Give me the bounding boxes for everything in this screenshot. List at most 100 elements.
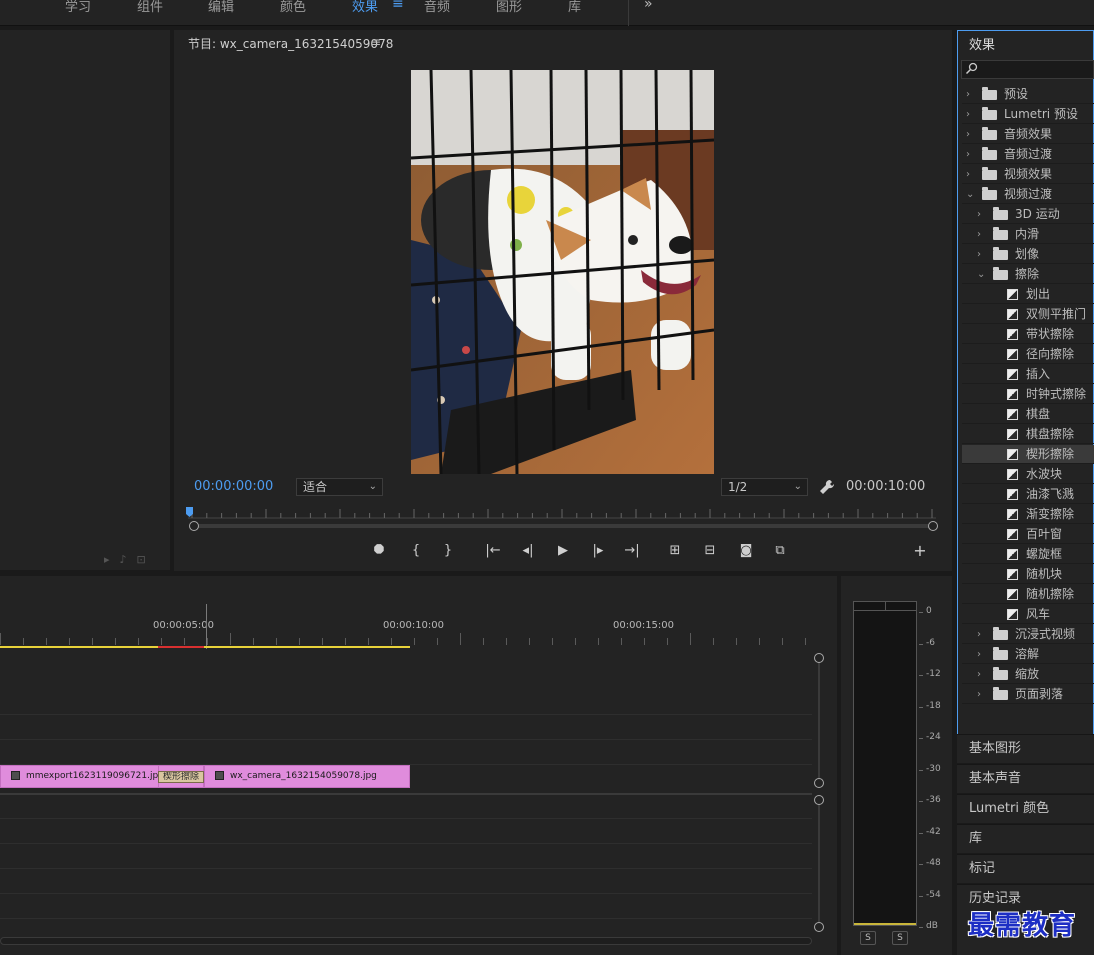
camera-icon[interactable]: ◙ <box>736 541 756 561</box>
effect-item[interactable]: 带状擦除 <box>962 325 1094 344</box>
effects-panel-title[interactable]: 效果 <box>969 34 995 53</box>
effect-item[interactable]: 螺旋框 <box>962 545 1094 564</box>
effect-item[interactable]: 楔形擦除 <box>962 445 1094 464</box>
chevron-right-icon[interactable]: › <box>977 205 981 224</box>
work-area-bar[interactable] <box>0 646 410 648</box>
chevron-right-icon[interactable]: › <box>966 165 970 184</box>
effect-item[interactable]: 水波块 <box>962 465 1094 484</box>
effect-folder[interactable]: › 内滑 <box>962 225 1094 244</box>
workspace-tab-learn[interactable]: 学习 <box>65 0 91 15</box>
effect-folder[interactable]: › 3D 运动 <box>962 205 1094 224</box>
panel-tab-libraries[interactable]: 库 <box>957 824 1094 853</box>
playhead-timecode[interactable]: 00:00:00:00 <box>194 479 273 494</box>
audio-scroll-track[interactable] <box>818 804 820 922</box>
timeline-playhead[interactable] <box>206 604 207 649</box>
add-button-icon[interactable]: + <box>910 541 930 561</box>
timeline-horizontal-scrollbar[interactable] <box>0 937 812 945</box>
workspace-tab-assembly[interactable]: 组件 <box>137 0 163 15</box>
effect-item[interactable]: 棋盘擦除 <box>962 425 1094 444</box>
effect-folder[interactable]: › 音频过渡 <box>962 145 1094 164</box>
solo-left-button[interactable]: S <box>860 931 876 945</box>
video-scroll-handle-top[interactable] <box>814 653 824 663</box>
monitor-scrub-bar[interactable] <box>194 524 932 528</box>
effects-search-input[interactable] <box>961 60 1094 79</box>
video-scroll-track[interactable] <box>818 662 820 778</box>
timeline-clip[interactable]: wx_camera_1632154059078.jpg <box>204 765 410 788</box>
panel-tab-markers[interactable]: 标记 <box>957 854 1094 883</box>
extract-icon[interactable]: ⊟ <box>700 541 720 561</box>
comparison-view-icon[interactable]: ⧉ <box>770 541 790 561</box>
timeline-clip[interactable]: mmexport1623119096721.jpg <box>0 765 160 788</box>
chevron-right-icon[interactable]: › <box>977 245 981 264</box>
effect-item[interactable]: 随机块 <box>962 565 1094 584</box>
double-chevron-right-icon[interactable]: » <box>644 0 653 12</box>
effect-item[interactable]: 油漆飞溅 <box>962 485 1094 504</box>
effect-folder[interactable]: › Lumetri 预设 <box>962 105 1094 124</box>
wrench-icon[interactable] <box>818 478 836 496</box>
effect-item[interactable]: 插入 <box>962 365 1094 384</box>
video-scroll-handle-bottom[interactable] <box>814 778 824 788</box>
chevron-right-icon[interactable]: › <box>966 125 970 144</box>
chevron-down-icon[interactable]: ⌄ <box>966 185 974 204</box>
workspace-tab-graphics[interactable]: 图形 <box>496 0 522 15</box>
go-to-in-icon[interactable]: |← <box>483 541 503 561</box>
chevron-right-icon[interactable]: › <box>977 645 981 664</box>
effect-folder[interactable]: › 划像 <box>962 245 1094 264</box>
playback-resolution-dropdown[interactable]: 1/2 ⌄ <box>721 478 808 496</box>
workspace-tab-editing[interactable]: 编辑 <box>208 0 234 15</box>
effect-item[interactable]: 棋盘 <box>962 405 1094 424</box>
workspace-menu-icon[interactable]: ≡ <box>392 0 404 12</box>
chevron-right-icon[interactable]: › <box>977 685 981 704</box>
scrub-in-handle[interactable] <box>189 521 199 531</box>
chevron-right-icon[interactable]: › <box>966 105 970 124</box>
workspace-tab-effects[interactable]: 效果 <box>352 0 378 15</box>
step-back-icon[interactable]: ◂| <box>518 541 538 561</box>
audio-icon[interactable]: ▸♪ <box>104 553 137 566</box>
transition-clip[interactable]: 楔形擦除 <box>158 771 204 783</box>
effect-item[interactable]: 风车 <box>962 605 1094 624</box>
workspace-tab-audio[interactable]: 音频 <box>424 0 450 15</box>
effect-item[interactable]: 时钟式擦除 <box>962 385 1094 404</box>
go-to-out-icon[interactable]: →| <box>622 541 642 561</box>
zoom-fit-dropdown[interactable]: 适合 ⌄ <box>296 478 383 496</box>
effect-folder[interactable]: › 视频效果 <box>962 165 1094 184</box>
timeline-ruler[interactable] <box>0 633 812 645</box>
effect-folder[interactable]: ⌄ 擦除 <box>962 265 1094 284</box>
effect-folder[interactable]: ⌄ 视频过渡 <box>962 185 1094 204</box>
add-marker-icon[interactable]: ⯃ <box>369 541 389 561</box>
panel-tab-essential-sound[interactable]: 基本声音 <box>957 764 1094 793</box>
mark-out-icon[interactable]: } <box>438 541 458 561</box>
effect-item[interactable]: 百叶窗 <box>962 525 1094 544</box>
effect-item[interactable]: 渐变擦除 <box>962 505 1094 524</box>
workspace-tab-libraries[interactable]: 库 <box>568 0 581 15</box>
effect-folder[interactable]: › 音频效果 <box>962 125 1094 144</box>
play-icon[interactable]: ▶ <box>553 541 573 561</box>
chevron-down-icon[interactable]: ⌄ <box>977 265 985 284</box>
effect-item[interactable]: 径向擦除 <box>962 345 1094 364</box>
effect-folder[interactable]: › 溶解 <box>962 645 1094 664</box>
mark-in-icon[interactable]: { <box>406 541 426 561</box>
program-monitor-title[interactable]: 节目: wx_camera_1632154059078 <box>188 35 393 52</box>
effect-folder[interactable]: › 沉浸式视频 <box>962 625 1094 644</box>
chevron-right-icon[interactable]: › <box>966 145 970 164</box>
panel-tab-essential-graphics[interactable]: 基本图形 <box>957 734 1094 763</box>
chevron-right-icon[interactable]: › <box>977 625 981 644</box>
panel-tab-lumetri-color[interactable]: Lumetri 颜色 <box>957 794 1094 823</box>
effect-folder[interactable]: › 页面剥落 <box>962 685 1094 704</box>
chevron-right-icon[interactable]: › <box>966 85 970 104</box>
audio-scroll-handle-top[interactable] <box>814 795 824 805</box>
scrub-out-handle[interactable] <box>928 521 938 531</box>
chevron-right-icon[interactable]: › <box>977 225 981 244</box>
lift-icon[interactable]: ⊞ <box>665 541 685 561</box>
chevron-right-icon[interactable]: › <box>977 665 981 684</box>
monitor-time-ruler[interactable] <box>188 505 936 519</box>
effect-item[interactable]: 划出 <box>962 285 1094 304</box>
effect-folder[interactable]: › 缩放 <box>962 665 1094 684</box>
audio-scroll-handle-bottom[interactable] <box>814 922 824 932</box>
effect-item[interactable]: 双侧平推门 <box>962 305 1094 324</box>
workspace-tab-color[interactable]: 颜色 <box>280 0 306 15</box>
panel-menu-icon[interactable]: ≡ <box>371 35 381 49</box>
export-frame-icon[interactable]: ⊡ <box>137 553 156 566</box>
effect-item[interactable]: 随机擦除 <box>962 585 1094 604</box>
effect-folder[interactable]: › 预设 <box>962 85 1094 104</box>
